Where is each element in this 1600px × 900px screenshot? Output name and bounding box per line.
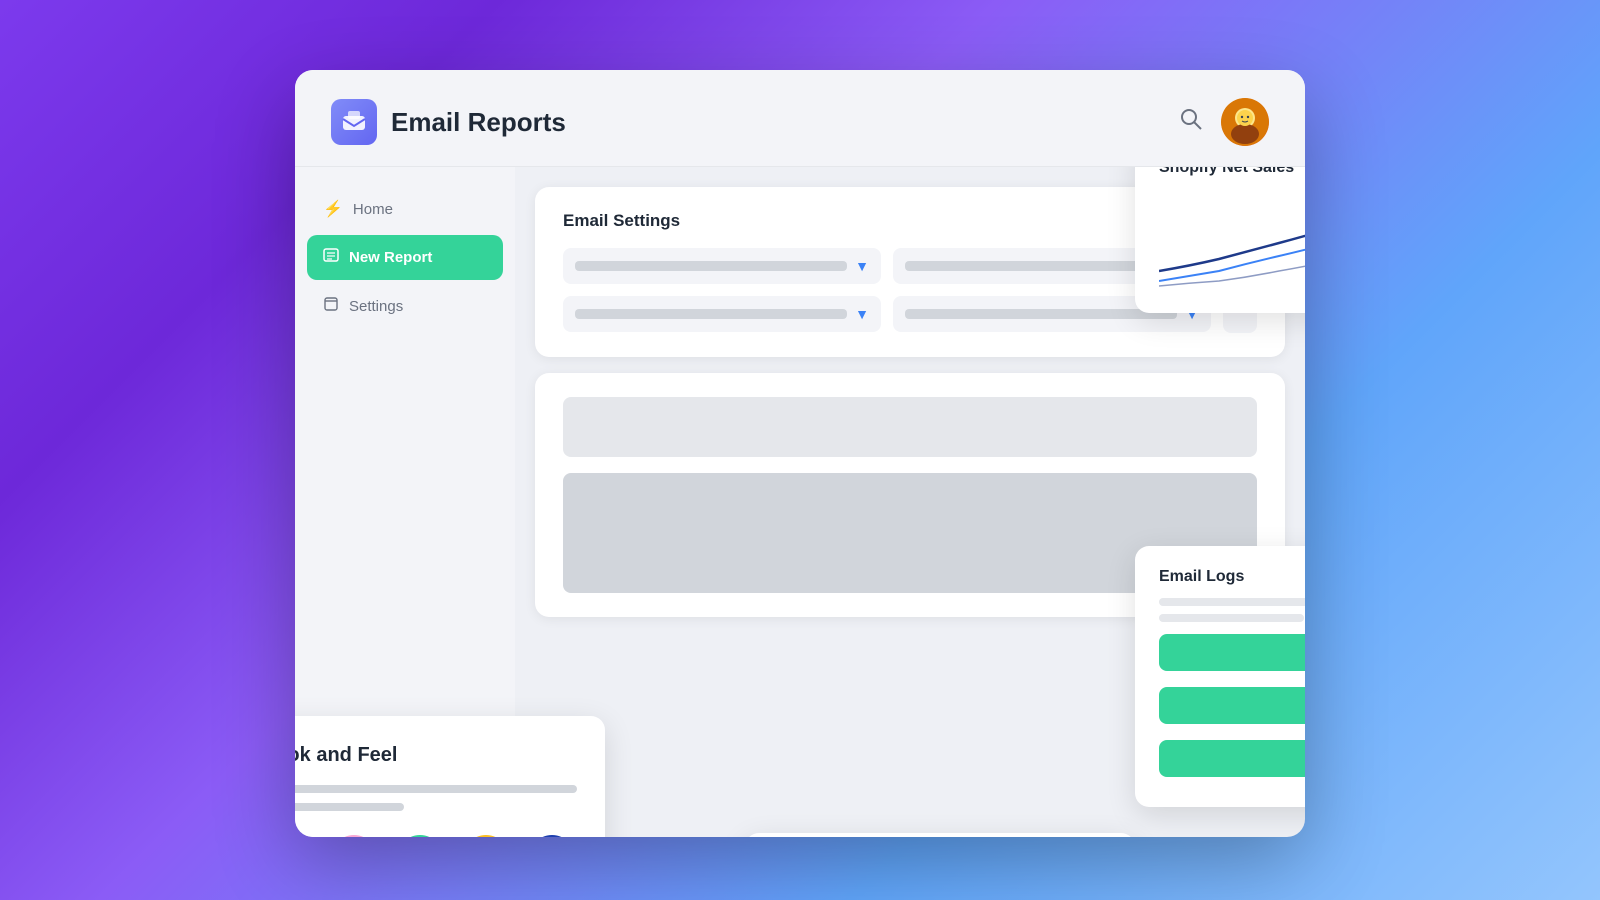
header-right	[1179, 98, 1269, 146]
email-logs-title: Email Logs	[1159, 568, 1305, 586]
log-entry-1: ✕	[1159, 634, 1305, 671]
app-title: Email Reports	[391, 107, 566, 138]
main-content: Email Settings ▼ ▼	[515, 167, 1305, 837]
dropdown-field-3[interactable]: ▼	[563, 296, 881, 332]
logs-placeholder-1	[1159, 598, 1305, 606]
look-feel-bar1	[295, 785, 577, 793]
swatch-dark-blue[interactable]	[527, 835, 577, 837]
sidebar-item-home[interactable]: ⚡ Home	[307, 187, 503, 231]
look-feel-card: Look and Feel	[295, 716, 605, 837]
settings-icon	[323, 296, 339, 317]
dropdown-bar-4	[905, 309, 1177, 319]
sidebar-item-home-label: Home	[353, 201, 393, 218]
color-swatches	[295, 835, 577, 837]
sidebar-item-settings-label: Settings	[349, 298, 403, 315]
sidebar-item-new-report[interactable]: New Report	[307, 235, 503, 280]
email-logs-card: Email Logs ✕ ✕ ✕	[1135, 546, 1305, 807]
log-entries: ✕ ✕ ✕	[1159, 634, 1305, 785]
home-icon: ⚡	[323, 199, 343, 219]
header: Email Reports	[295, 70, 1305, 167]
dropdown-bar-3	[575, 309, 847, 319]
dropdown-arrow-1: ▼	[855, 258, 869, 274]
secondary-card-content	[563, 397, 1257, 457]
sidebar-item-settings[interactable]: Settings	[307, 284, 503, 329]
sidebar-item-new-report-label: New Report	[349, 249, 432, 266]
swatch-yellow[interactable]	[461, 835, 511, 837]
swatch-blue[interactable]	[295, 835, 313, 837]
header-left: Email Reports	[331, 99, 566, 145]
dropdown-field-1[interactable]: ▼	[563, 248, 881, 284]
main-window: Email Reports	[295, 70, 1305, 830]
logs-placeholder-2	[1159, 614, 1304, 622]
new-report-icon	[323, 247, 339, 268]
dropdown-arrow-3: ▼	[855, 306, 869, 322]
log-entry-2: ✕	[1159, 687, 1305, 724]
bottom-small-card	[745, 833, 1135, 837]
swatch-green[interactable]	[395, 835, 445, 837]
shopify-card: Shopify Net Sales	[1135, 167, 1305, 313]
look-feel-bar2	[295, 803, 404, 811]
search-icon[interactable]	[1179, 107, 1203, 137]
chart-area	[1159, 191, 1305, 291]
avatar[interactable]	[1221, 98, 1269, 146]
look-feel-title: Look and Feel	[295, 744, 577, 767]
logo-icon	[331, 99, 377, 145]
shopify-card-title: Shopify Net Sales	[1159, 167, 1305, 177]
body-layout: ⚡ Home New Report	[295, 167, 1305, 837]
dropdown-bar-1	[575, 261, 847, 271]
swatch-pink[interactable]	[329, 835, 379, 837]
log-entry-3: ✕	[1159, 740, 1305, 777]
